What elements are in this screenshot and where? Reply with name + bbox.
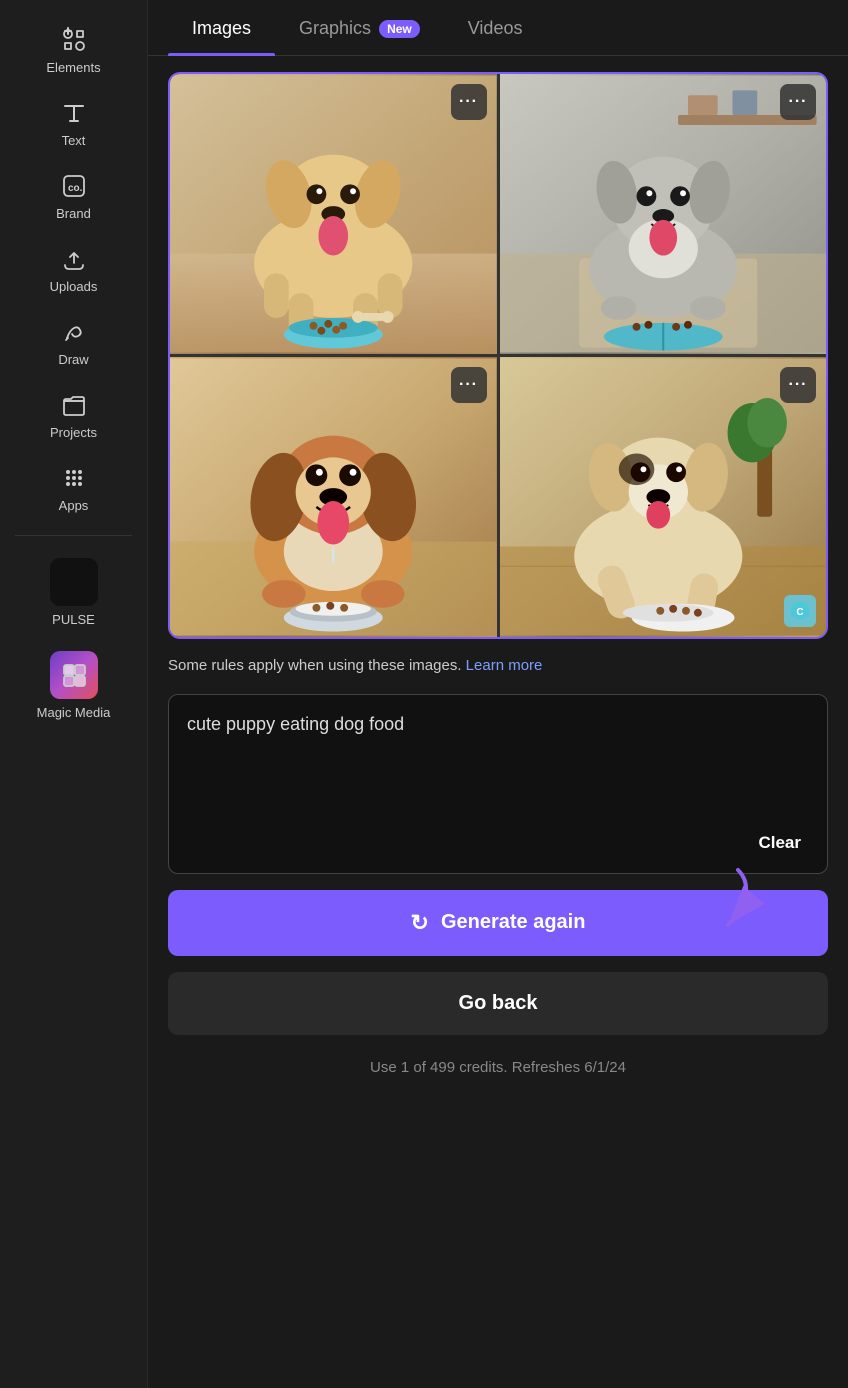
clear-button[interactable]: Clear: [750, 829, 809, 857]
image-cell-1[interactable]: ···: [170, 74, 497, 354]
pulse-icon: [50, 558, 98, 606]
learn-more-link[interactable]: Learn more: [466, 657, 543, 674]
image-cell-4[interactable]: ··· C: [500, 357, 827, 637]
svg-text:co.: co.: [68, 183, 83, 194]
sidebar-item-uploads-label: Uploads: [50, 279, 98, 294]
sidebar-item-text-label: Text: [62, 133, 86, 148]
sidebar-item-apps-label: Apps: [59, 498, 89, 513]
sidebar-item-draw[interactable]: Draw: [14, 308, 134, 377]
sidebar-item-brand-label: Brand: [56, 206, 91, 221]
generate-section: ↻ Generate again: [168, 890, 828, 956]
text-icon: [60, 99, 88, 127]
puppy-image-3: [170, 357, 497, 637]
search-box[interactable]: cute puppy eating dog food Clear: [168, 694, 828, 874]
generate-again-button[interactable]: ↻ Generate again: [168, 890, 828, 956]
sidebar-item-brand[interactable]: co. Brand: [14, 162, 134, 231]
tab-images[interactable]: Images: [168, 0, 275, 55]
sidebar-item-pulse-label: PULSE: [52, 612, 95, 627]
draw-icon: [60, 318, 88, 346]
elements-icon: [60, 26, 88, 54]
search-query-text: cute puppy eating dog food: [187, 711, 809, 738]
sidebar-item-apps[interactable]: Apps: [14, 454, 134, 523]
go-back-button[interactable]: Go back: [168, 972, 828, 1035]
tab-graphics-badge: New: [379, 20, 420, 38]
reload-icon: ↻: [411, 910, 429, 936]
sidebar-item-elements[interactable]: Elements: [14, 16, 134, 85]
more-button-1[interactable]: ···: [451, 84, 487, 120]
magic-media-icon: [50, 651, 98, 699]
tab-videos[interactable]: Videos: [444, 0, 547, 55]
image-grid: ···: [168, 72, 828, 639]
puppy-image-2: [500, 74, 827, 354]
tab-graphics-label: Graphics: [299, 18, 371, 39]
puppy-image-1: [170, 74, 497, 354]
puppy-image-4: [500, 357, 827, 637]
more-button-3[interactable]: ···: [451, 367, 487, 403]
tab-images-label: Images: [192, 18, 251, 39]
more-button-2[interactable]: ···: [780, 84, 816, 120]
main-content: Images Graphics New Videos: [148, 0, 848, 1388]
more-button-4[interactable]: ···: [780, 367, 816, 403]
apps-icon: [60, 464, 88, 492]
uploads-icon: [60, 245, 88, 273]
canva-badge: C: [784, 595, 816, 627]
sidebar-item-magic-media-label: Magic Media: [37, 705, 111, 720]
sidebar-divider: [15, 535, 133, 536]
projects-icon: [60, 391, 88, 419]
tab-graphics[interactable]: Graphics New: [275, 0, 444, 55]
sidebar-item-projects-label: Projects: [50, 425, 97, 440]
sidebar-item-magic-media[interactable]: Magic Media: [14, 641, 134, 730]
sidebar-item-text[interactable]: Text: [14, 89, 134, 158]
tabs-container: Images Graphics New Videos: [148, 0, 848, 56]
content-area: ···: [148, 56, 848, 1100]
sidebar-item-pulse[interactable]: PULSE: [14, 548, 134, 637]
image-cell-3[interactable]: ···: [170, 357, 497, 637]
sidebar: Elements Text co. Brand Uploads: [0, 0, 148, 1388]
image-cell-2[interactable]: ···: [500, 74, 827, 354]
generate-again-label: Generate again: [441, 911, 586, 934]
rules-text: Some rules apply when using these images…: [168, 655, 828, 678]
brand-icon: co.: [60, 172, 88, 200]
credits-text: Use 1 of 499 credits. Refreshes 6/1/24: [168, 1051, 828, 1080]
sidebar-item-projects[interactable]: Projects: [14, 381, 134, 450]
sidebar-item-uploads[interactable]: Uploads: [14, 235, 134, 304]
svg-text:C: C: [796, 607, 803, 618]
tab-videos-label: Videos: [468, 18, 523, 39]
sidebar-item-elements-label: Elements: [46, 60, 100, 75]
sidebar-item-draw-label: Draw: [58, 352, 88, 367]
